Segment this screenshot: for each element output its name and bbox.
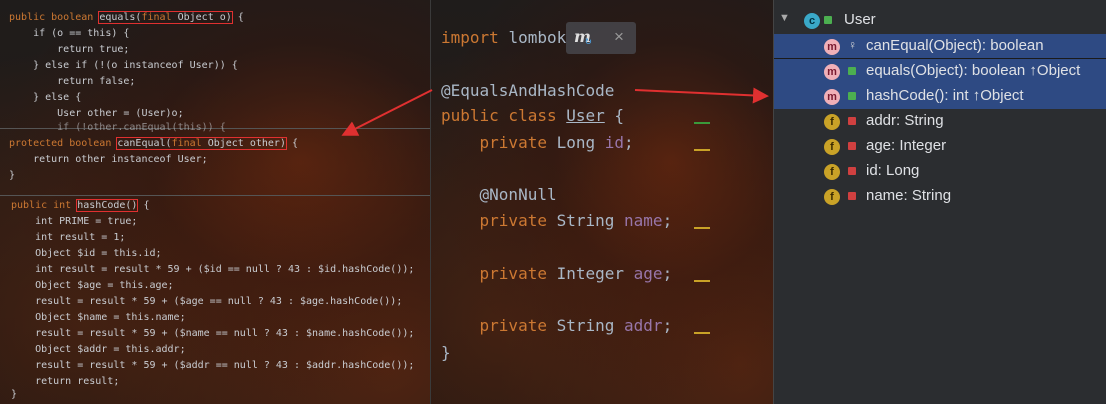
equals-line-3: } else if (!(o instanceof User)) { <box>9 60 238 71</box>
canequal-signature-highlight: canEqual(final Object other) <box>116 137 287 150</box>
close-icon[interactable]: × <box>614 27 624 47</box>
structure-item-label: canEqual(Object): boolean <box>866 37 1044 54</box>
canequal-line-2: } <box>9 170 16 181</box>
method-icon: m <box>824 39 840 55</box>
equals-signature-highlight: equals(final Object o) <box>98 11 233 24</box>
field-icon: f <box>824 139 840 155</box>
private-visibility-icon <box>848 142 856 150</box>
hashcode-line-10: result = result * 59 + ($addr == null ? … <box>11 360 415 371</box>
structure-root-label: User <box>844 11 876 28</box>
method-icon: m <box>824 89 840 105</box>
decompiled-code-panel: public boolean equals(final Object o) { … <box>0 0 430 404</box>
plugin-popup[interactable]: m ↻ × <box>566 22 636 54</box>
field-icon: f <box>824 189 840 205</box>
private-visibility-icon <box>848 167 856 175</box>
class-icon: c <box>804 13 820 29</box>
structure-item-label: name: String <box>866 187 952 204</box>
structure-item-hashcode[interactable]: m hashCode(): int ↑Object <box>774 84 1106 109</box>
hashcode-line-12: } <box>11 389 18 400</box>
private-visibility-icon <box>848 192 856 200</box>
gutter-mark-id <box>694 149 710 151</box>
equals-line-2: return true; <box>9 44 130 55</box>
public-visibility-icon <box>848 67 856 75</box>
hashcode-line-3: Object $id = this.id; <box>11 248 162 259</box>
hashcode-line-8: result = result * 59 + ($name == null ? … <box>11 328 415 339</box>
hashcode-line-6: result = result * 59 + ($age == null ? 4… <box>11 296 403 307</box>
structure-item-canequal[interactable]: m ♀ canEqual(Object): boolean <box>774 34 1106 59</box>
hashcode-line-11: return result; <box>11 376 120 387</box>
green-gutter-mark <box>694 122 710 124</box>
canequal-line-0: protected boolean canEqual(final Object … <box>9 137 299 150</box>
structure-item-name[interactable]: f name: String <box>774 184 1106 209</box>
import-keyword: import <box>441 28 509 47</box>
refresh-icon: ↻ <box>585 34 592 47</box>
gutter-mark-name <box>694 227 710 229</box>
structure-item-equals[interactable]: m equals(Object): boolean ↑Object <box>774 58 1106 85</box>
hashcode-line-7: Object $name = this.name; <box>11 312 186 323</box>
hashcode-line-4: int result = result * 59 + ($id == null … <box>11 264 415 275</box>
hashcode-line-5: Object $age = this.age; <box>11 280 174 291</box>
canequal-line-1: return other instanceof User; <box>9 154 208 165</box>
equals-method-section: public boolean equals(final Object o) { … <box>0 0 430 133</box>
class-close-brace: } <box>441 343 451 362</box>
structure-item-label: addr: String <box>866 112 944 129</box>
structure-panel: ▼ c User m ♀ canEqual(Object): boolean m… <box>773 0 1106 404</box>
nonnull-annotation[interactable]: @NonNull <box>441 182 557 208</box>
field-id-line[interactable]: private Long id; <box>441 130 634 156</box>
equals-line-0: public boolean equals(final Object o) { <box>9 11 244 24</box>
hashcode-signature-highlight: hashCode() <box>76 199 139 212</box>
field-name-line[interactable]: private String name; <box>441 208 673 234</box>
structure-item-addr[interactable]: f addr: String <box>774 109 1106 134</box>
structure-item-label: age: Integer <box>866 137 947 154</box>
gutter-mark-addr <box>694 332 710 334</box>
structure-item-id[interactable]: f id: Long <box>774 159 1106 184</box>
equals-line-1: if (o == this) { <box>9 28 130 39</box>
structure-item-label: equals(Object): boolean ↑Object <box>866 62 1081 79</box>
canequal-method-section: protected boolean canEqual(final Object … <box>0 129 430 196</box>
public-visibility-icon <box>824 16 832 24</box>
public-visibility-icon <box>848 92 856 100</box>
structure-item-age[interactable]: f age: Integer <box>774 134 1106 159</box>
structure-root-user[interactable]: ▼ c User <box>774 8 1106 33</box>
method-icon: m <box>824 64 840 80</box>
private-visibility-icon <box>848 117 856 125</box>
source-editor[interactable]: import lombok m ↻ × @EqualsAndHashCode p… <box>430 0 774 404</box>
gutter-mark-age <box>694 280 710 282</box>
field-age-line[interactable]: private Integer age; <box>441 261 673 287</box>
hashcode-line-2: int result = 1; <box>11 232 126 243</box>
import-text: lombok <box>508 28 567 47</box>
hashcode-line-1: int PRIME = true; <box>11 216 138 227</box>
class-declaration[interactable]: public class User { <box>441 103 624 129</box>
hashcode-method-section: public int hashCode() { int PRIME = true… <box>0 196 430 404</box>
structure-item-label: hashCode(): int ↑Object <box>866 87 1024 104</box>
protected-key-icon: ♀ <box>848 38 857 52</box>
expand-arrow-icon[interactable]: ▼ <box>779 12 790 24</box>
hashcode-line-0: public int hashCode() { <box>11 199 150 212</box>
hashcode-line-9: Object $addr = this.addr; <box>11 344 186 355</box>
class-name: User <box>566 106 605 125</box>
annotation-equals-hashcode[interactable]: @EqualsAndHashCode <box>441 78 614 104</box>
equals-line-5: } else { <box>9 92 82 103</box>
field-icon: f <box>824 114 840 130</box>
field-icon: f <box>824 164 840 180</box>
import-line[interactable]: import lombok <box>441 25 566 51</box>
structure-item-label: id: Long <box>866 162 920 179</box>
equals-line-4: return false; <box>9 76 136 87</box>
field-addr-line[interactable]: private String addr; <box>441 313 673 339</box>
